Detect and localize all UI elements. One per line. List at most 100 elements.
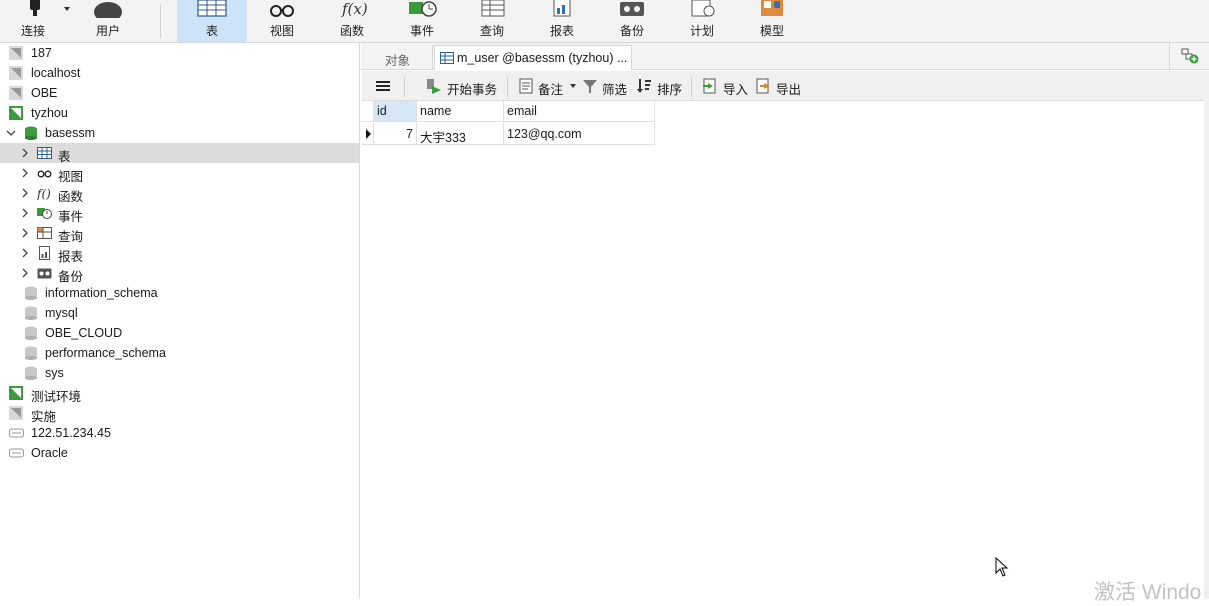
tree-item-database[interactable]: performance_schema <box>0 343 359 363</box>
chevron-right-icon[interactable] <box>20 188 30 198</box>
chevron-down-icon[interactable] <box>64 7 70 11</box>
chevron-right-icon[interactable] <box>20 268 30 278</box>
toolbar-label: 事件 <box>409 24 434 38</box>
current-row-icon <box>366 129 371 139</box>
tree-item-label: tyzhou <box>31 106 68 120</box>
sort-icon <box>637 79 651 93</box>
tree-item-connection[interactable]: 测试环境 <box>0 383 359 404</box>
query-button[interactable]: 查询 <box>457 0 527 42</box>
tree-item-backups[interactable]: 备份 <box>0 263 359 284</box>
database-green-icon <box>25 126 37 140</box>
main-toolbar: 连接 用户 表 视图 f(x) 函数 事件 查询 报表 备份 计划 模型 <box>0 0 1209 43</box>
filter-button[interactable]: 筛选 <box>582 78 628 97</box>
toolbar-label: 表 <box>205 24 218 38</box>
tree-item-database[interactable]: information_schema <box>0 283 359 303</box>
mouse-cursor-icon <box>995 557 1009 577</box>
chevron-right-icon[interactable] <box>20 148 30 158</box>
tree-item-queries[interactable]: 查询 <box>0 223 359 244</box>
server-gray-icon <box>9 428 24 438</box>
sort-button[interactable]: 排序 <box>636 78 683 97</box>
model-button[interactable]: 模型 <box>737 0 807 42</box>
server-gray-icon <box>9 448 24 458</box>
tree-item-views[interactable]: 视图 <box>0 163 359 184</box>
tree-item-reports[interactable]: 报表 <box>0 243 359 264</box>
event-clock-icon <box>37 208 52 219</box>
chevron-down-icon[interactable] <box>6 128 16 138</box>
tab-label: m_user @basessm (tyzhou) ... <box>457 51 628 65</box>
chevron-right-icon[interactable] <box>20 168 30 178</box>
transaction-icon <box>427 79 441 94</box>
table-icon <box>37 147 52 159</box>
column-header-id[interactable]: id <box>374 101 417 122</box>
event-button[interactable]: 事件 <box>387 0 457 42</box>
toolbar-label: 查询 <box>479 24 504 38</box>
table-cell-name[interactable]: 大宇333 <box>417 123 504 145</box>
table-icon <box>197 0 227 17</box>
export-button[interactable]: 导出 <box>755 78 802 97</box>
begin-transaction-button[interactable]: 开始事务 <box>426 78 498 97</box>
table-button[interactable]: 表 <box>177 0 247 42</box>
view-button[interactable]: 视图 <box>247 0 317 42</box>
report-button[interactable]: 报表 <box>527 0 597 42</box>
tree-item-connection[interactable]: Oracle <box>0 443 359 463</box>
backup-button[interactable]: 备份 <box>597 0 667 42</box>
tab-m-user[interactable]: m_user @basessm (tyzhou) ... <box>434 45 632 70</box>
tab-objects[interactable]: 对象 <box>363 45 433 70</box>
function-icon: f(x) <box>341 0 368 18</box>
table-icon <box>440 52 454 64</box>
schedule-button[interactable]: 计划 <box>667 0 737 42</box>
table-cell-email[interactable]: 123@qq.com <box>504 123 655 145</box>
tree-item-database[interactable]: basessm <box>0 123 359 143</box>
backup-icon <box>620 2 644 16</box>
vertical-scrollbar[interactable] <box>1204 71 1209 599</box>
toolbar-label: 视图 <box>269 24 294 38</box>
chevron-right-icon[interactable] <box>20 228 30 238</box>
tree-item-connection[interactable]: OBE <box>0 83 359 103</box>
filter-icon <box>583 80 597 93</box>
tree-item-label: 122.51.234.45 <box>31 426 111 440</box>
tree-item-database[interactable]: OBE_CLOUD <box>0 323 359 343</box>
menu-button[interactable] <box>375 78 391 96</box>
function-button[interactable]: f(x) 函数 <box>317 0 387 42</box>
tree-item-events[interactable]: 事件 <box>0 203 359 224</box>
table-toolbar: 开始事务 备注 筛选 排序 导入 导出 <box>362 71 1204 101</box>
toolbar-label: 计划 <box>689 24 714 38</box>
filter-label: 筛选 <box>602 83 628 97</box>
hamburger-menu-icon <box>376 81 390 91</box>
tree-item-label: information_schema <box>45 286 158 300</box>
tree-item-connection[interactable]: localhost <box>0 63 359 83</box>
tree-item-label: performance_schema <box>45 346 166 360</box>
table-cell-id[interactable]: 7 <box>374 123 417 145</box>
report-icon <box>39 246 50 260</box>
tree-item-connection[interactable]: tyzhou <box>0 103 359 123</box>
glasses-icon <box>37 170 52 178</box>
chevron-right-icon[interactable] <box>20 208 30 218</box>
toolbar-label: 报表 <box>549 24 574 38</box>
new-tab-button[interactable] <box>1169 43 1209 70</box>
chevron-right-icon[interactable] <box>20 248 30 258</box>
column-header-name[interactable]: name <box>417 101 504 122</box>
toolbar-label: 函数 <box>339 24 364 38</box>
tree-item-connection[interactable]: 实施 <box>0 403 359 424</box>
sort-label: 排序 <box>657 83 683 97</box>
database-gray-icon <box>25 326 37 340</box>
user-icon <box>94 2 122 18</box>
connect-button[interactable]: 连接 <box>0 0 70 42</box>
notes-icon <box>519 78 533 94</box>
windows-activation-watermark: 激活 Windo <box>1094 581 1202 604</box>
row-selector[interactable] <box>362 123 374 145</box>
connection-gray-icon <box>9 86 23 100</box>
tree-item-connection[interactable]: 187 <box>0 43 359 63</box>
export-label: 导出 <box>776 83 802 97</box>
notes-button[interactable]: 备注 <box>518 78 578 97</box>
tree-item-label: Oracle <box>31 446 68 460</box>
user-button[interactable]: 用户 <box>73 0 143 42</box>
notes-label: 备注 <box>538 83 564 97</box>
tree-item-database[interactable]: sys <box>0 363 359 383</box>
column-header-email[interactable]: email <box>504 101 655 122</box>
tree-item-tables[interactable]: 表 <box>0 143 359 164</box>
import-button[interactable]: 导入 <box>702 78 748 97</box>
tree-item-database[interactable]: mysql <box>0 303 359 323</box>
tree-item-functions[interactable]: f() 函数 <box>0 183 359 204</box>
tree-item-connection[interactable]: 122.51.234.45 <box>0 423 359 443</box>
